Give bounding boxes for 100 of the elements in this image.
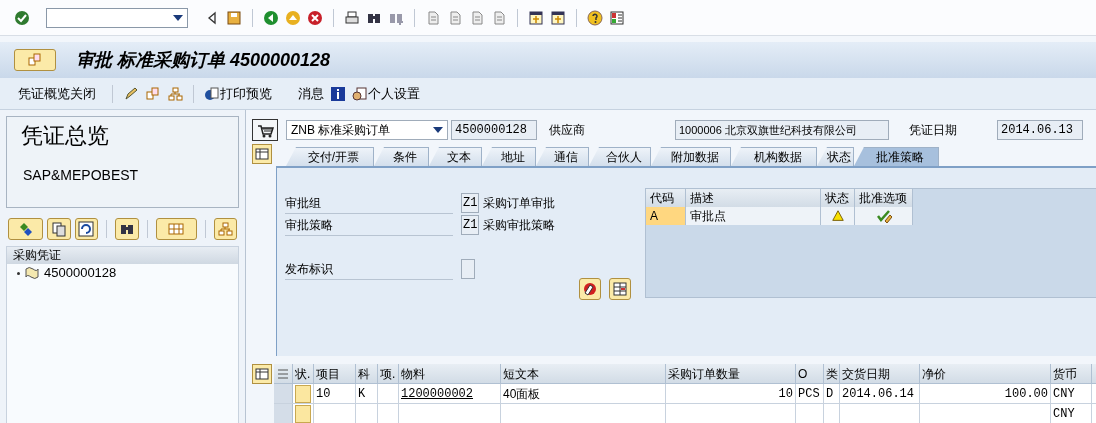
column-header[interactable]: 项. xyxy=(378,364,399,383)
layout-icon[interactable] xyxy=(609,9,625,26)
new-session-icon[interactable] xyxy=(528,9,544,26)
table-cell[interactable]: A xyxy=(646,207,686,225)
column-header[interactable]: 短文本 xyxy=(501,364,666,383)
toolbar-button[interactable]: 消息 xyxy=(298,83,324,104)
tree-header: 采购凭证 xyxy=(7,247,238,264)
tab[interactable]: 条件 xyxy=(374,147,429,166)
field-description: 采购审批策略 xyxy=(483,217,555,234)
material-link[interactable]: 1200000002 xyxy=(399,384,501,403)
copy-icon xyxy=(50,221,67,237)
column-header: 批准选项 xyxy=(855,189,913,207)
table-cell: CNY xyxy=(1051,404,1092,423)
column-header: 代码 xyxy=(646,189,686,207)
tab[interactable]: 合伙人 xyxy=(589,147,651,166)
tab[interactable]: 文本 xyxy=(429,147,482,166)
tab[interactable]: 批准策略 xyxy=(854,147,939,166)
status-marker xyxy=(295,384,311,403)
column-header[interactable]: 交货日期 xyxy=(840,364,920,383)
tab[interactable]: 机构数据 xyxy=(731,147,817,166)
approve-icon[interactable] xyxy=(875,208,892,224)
table-cell: 10 xyxy=(314,384,356,403)
structure-icon[interactable] xyxy=(167,85,183,102)
release-indicator-field[interactable] xyxy=(461,259,475,279)
tab[interactable]: 地址 xyxy=(482,147,536,166)
bullet-icon xyxy=(17,271,20,275)
boxes-icon xyxy=(27,52,43,68)
table-cell: 10 xyxy=(666,384,796,403)
dropdown-arrow-icon xyxy=(433,127,443,133)
dropdown-arrow-icon xyxy=(173,14,183,21)
toolbar-button[interactable]: 凭证概览关闭 xyxy=(18,83,96,104)
vendor-field[interactable]: 1000006 北京双旗世纪科技有限公司 xyxy=(675,120,889,140)
cancel-icon[interactable] xyxy=(307,9,323,26)
tree-item[interactable]: 4500000128 xyxy=(44,263,117,283)
selection-variant-button[interactable] xyxy=(8,218,44,240)
reset-release-button[interactable] xyxy=(579,278,601,300)
field-description: 采购订单审批 xyxy=(483,195,555,212)
column-header[interactable]: 项目 xyxy=(314,364,356,383)
refresh-icon xyxy=(78,221,95,237)
header-toggle-button[interactable] xyxy=(252,144,272,164)
column-header[interactable]: 物料 xyxy=(399,364,501,383)
find-button[interactable] xyxy=(115,218,139,240)
document-number-field[interactable]: 4500000128 xyxy=(451,120,537,140)
document-date-field[interactable]: 2014.06.13 xyxy=(997,120,1083,140)
layout-button[interactable] xyxy=(155,218,197,240)
details-button[interactable] xyxy=(609,278,631,300)
print-icon[interactable] xyxy=(344,9,360,26)
field-label: 审批策略 xyxy=(285,214,453,236)
edit-icon[interactable] xyxy=(123,85,139,102)
table-cell: K xyxy=(356,384,378,403)
other-document-icon[interactable] xyxy=(145,85,161,102)
tab[interactable]: 交付/开票 xyxy=(286,147,374,166)
field-label: 审批组 xyxy=(285,192,453,214)
tree-button[interactable] xyxy=(213,218,237,240)
status-marker xyxy=(295,404,311,423)
cart-icon[interactable] xyxy=(252,119,278,141)
table-cell: 2014.06.14 xyxy=(840,384,920,403)
column-header[interactable]: 类 xyxy=(824,364,840,383)
column-header: 状态 xyxy=(821,189,855,207)
field-label: 发布标识 xyxy=(285,258,453,280)
grid-icon xyxy=(168,221,185,237)
personal-settings-button[interactable]: 个人设置 xyxy=(352,83,420,104)
code-field[interactable]: Z1 xyxy=(461,193,479,213)
column-header[interactable]: 状. xyxy=(293,364,314,383)
table-cell: D xyxy=(824,384,840,403)
column-header[interactable]: 科 xyxy=(356,364,378,383)
help-icon[interactable] xyxy=(587,9,603,26)
items-toggle-button[interactable] xyxy=(252,364,272,384)
tab[interactable]: 通信 xyxy=(536,147,589,166)
print-preview-button[interactable]: 打印预览 xyxy=(204,83,272,104)
tab[interactable]: 状态 xyxy=(817,147,854,166)
button-label: 个人设置 xyxy=(368,84,420,103)
command-field[interactable] xyxy=(46,7,188,28)
copy-button[interactable] xyxy=(47,218,71,240)
table-icon xyxy=(612,281,628,297)
code-field[interactable]: Z1 xyxy=(461,215,479,235)
column-header: 描述 xyxy=(686,189,821,207)
panel-subtitle: SAP&MEPOBEST xyxy=(23,166,140,185)
info-icon[interactable] xyxy=(330,85,346,102)
delete-icon xyxy=(582,281,598,297)
refresh-button[interactable] xyxy=(74,218,99,240)
back-icon[interactable] xyxy=(263,9,279,26)
settings-icon xyxy=(352,85,368,102)
column-header[interactable]: 采购订单数量 xyxy=(666,364,796,383)
field-label: 供应商 xyxy=(549,122,586,139)
enter-icon[interactable] xyxy=(14,9,30,26)
tab[interactable]: 附加数据 xyxy=(651,147,731,166)
column-header[interactable]: 货币 xyxy=(1051,364,1092,383)
shortcut-icon[interactable] xyxy=(550,9,566,26)
panel-title: 凭证总览 xyxy=(21,122,110,150)
dropdown-value: ZNB 标准采购订单 xyxy=(291,122,391,139)
document-type-dropdown[interactable]: ZNB 标准采购订单 xyxy=(286,120,448,140)
warning-icon xyxy=(830,209,845,223)
document-icon xyxy=(24,265,40,281)
field-label: 凭证日期 xyxy=(909,122,958,139)
save-icon[interactable] xyxy=(226,9,242,26)
column-header[interactable]: 净价 xyxy=(920,364,1051,383)
table-cell: 100.00 xyxy=(920,384,1051,403)
table-cell: 40面板 xyxy=(501,384,666,403)
column-header[interactable]: O xyxy=(796,364,824,383)
